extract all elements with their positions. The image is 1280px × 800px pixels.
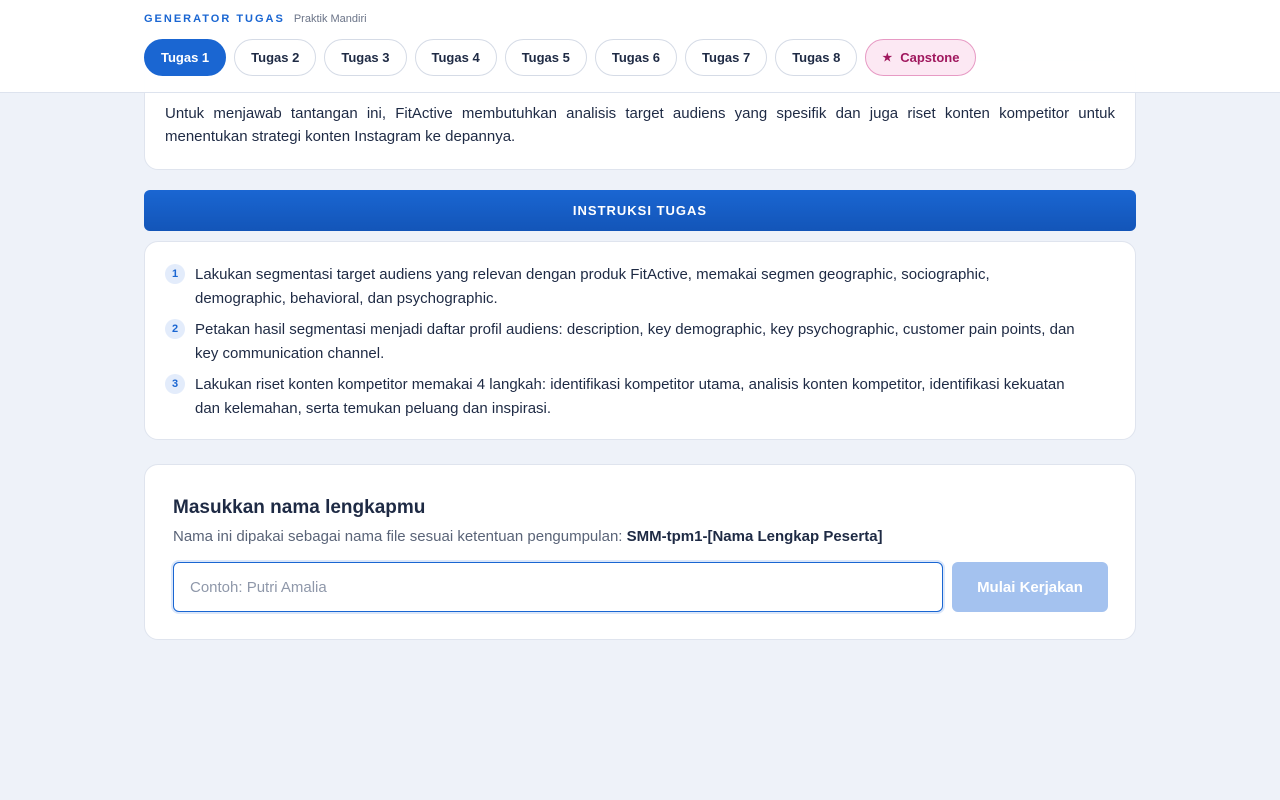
tab-tugas-5[interactable]: Tugas 5	[504, 39, 587, 76]
list-item: 1 Lakukan segmentasi target audiens yang…	[165, 263, 1075, 310]
tab-capstone[interactable]: ★ Capstone	[865, 39, 977, 76]
tab-tugas-6[interactable]: Tugas 6	[594, 39, 678, 76]
list-item: 3 Lakukan riset konten kompetitor memaka…	[165, 373, 1075, 420]
step-number-badge: 3	[165, 374, 185, 394]
instruction-list: 1 Lakukan segmentasi target audiens yang…	[165, 263, 1075, 428]
tab-tugas-8[interactable]: Tugas 8	[775, 39, 858, 76]
list-item: 2 Petakan hasil segmentasi menjadi dafta…	[165, 318, 1075, 365]
full-name-input[interactable]	[173, 562, 943, 612]
tab-tugas-2[interactable]: Tugas 2	[234, 39, 317, 76]
brand-title: GENERATOR TUGAS	[144, 13, 285, 25]
filename-format: SMM-tpm1-[Nama Lengkap Peserta]	[626, 528, 883, 545]
tab-tugas-7[interactable]: Tugas 7	[685, 39, 768, 76]
brand-row: GENERATOR TUGAS Praktik Mandiri	[144, 13, 367, 25]
context-text: Untuk menjawab tantangan ini, FitActive …	[165, 105, 1115, 145]
name-form-title: Masukkan nama lengkapmu	[173, 497, 426, 518]
name-form-card: Masukkan nama lengkapmu Nama ini dipakai…	[144, 464, 1136, 640]
step-text: Lakukan riset konten kompetitor memakai …	[195, 376, 1065, 417]
step-number-badge: 2	[165, 319, 185, 339]
task-tabs: Tugas 1 Tugas 2 Tugas 3 Tugas 4 Tugas 5 …	[144, 39, 977, 76]
tab-tugas-1[interactable]: Tugas 1	[144, 39, 227, 76]
step-text: Lakukan segmentasi target audiens yang r…	[195, 266, 990, 307]
brand-subtitle: Praktik Mandiri	[293, 13, 367, 25]
name-form-description: Nama ini dipakai sebagai nama file sesua…	[173, 528, 883, 545]
tab-tugas-3[interactable]: Tugas 3	[324, 39, 407, 76]
tab-capstone-label: Capstone	[900, 50, 960, 65]
step-text: Petakan hasil segmentasi menjadi daftar …	[195, 321, 1075, 362]
instructions-card: 1 Lakukan segmentasi target audiens yang…	[144, 241, 1136, 440]
top-header: GENERATOR TUGAS Praktik Mandiri Tugas 1 …	[0, 0, 1280, 93]
star-icon: ★	[882, 52, 893, 64]
tab-tugas-4[interactable]: Tugas 4	[414, 39, 497, 76]
step-number-badge: 1	[165, 264, 185, 284]
description-text: Nama ini dipakai sebagai nama file sesua…	[173, 528, 623, 545]
start-button[interactable]: Mulai Kerjakan	[952, 562, 1108, 612]
instructions-header: INSTRUKSI TUGAS	[144, 190, 1136, 231]
